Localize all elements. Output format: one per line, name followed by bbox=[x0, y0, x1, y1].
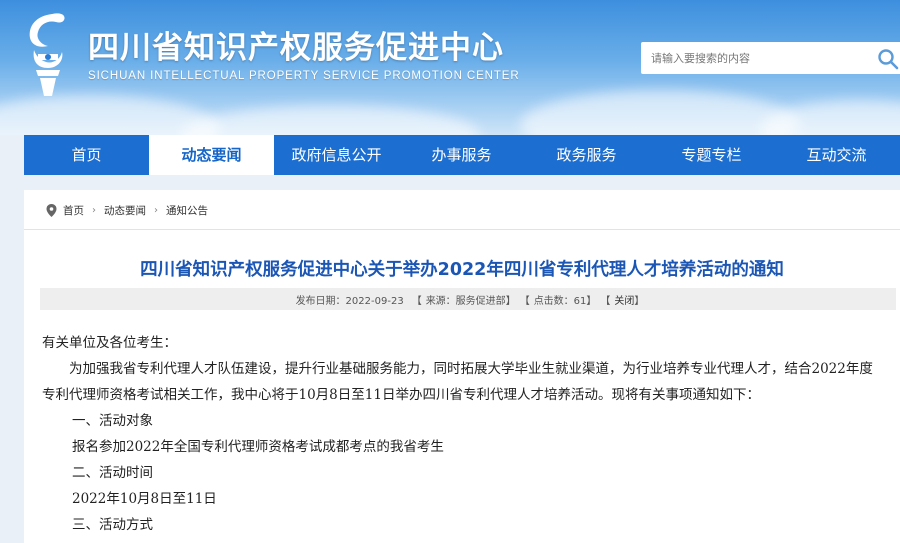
close-link[interactable]: 关闭 bbox=[614, 292, 634, 307]
site-header: 四川省知识产权服务促进中心 SICHUAN INTELLECTUAL PROPE… bbox=[0, 0, 900, 135]
salutation: 有关单位及各位考生： bbox=[42, 335, 177, 351]
article-title: 四川省知识产权服务促进中心关于举办2022年四川省专利代理人才培养活动的通知 bbox=[140, 260, 784, 280]
meta-bracket: 【 bbox=[600, 295, 611, 307]
breadcrumb-home[interactable]: 首页 bbox=[63, 203, 84, 218]
sichuan-ip-logo-icon[interactable] bbox=[22, 10, 74, 98]
meta-bracket: 【 bbox=[411, 295, 422, 307]
breadcrumb: 首页 › 动态要闻 › 通知公告 bbox=[24, 192, 900, 230]
intro-paragraph: 为加强我省专利代理人才队伍建设，提升行业基础服务能力，同时拓展大学毕业生就业渠道… bbox=[42, 361, 873, 403]
section-heading: 三、活动方式 bbox=[72, 517, 153, 533]
search-box bbox=[641, 42, 900, 74]
article-meta: 发布日期：2022-09-23 【来源：服务促进部】 【点击数：61】 【关闭】 bbox=[40, 288, 896, 310]
meta-bracket: 【 bbox=[519, 295, 530, 307]
publish-date: 发布日期：2022-09-23 bbox=[295, 295, 404, 307]
section-heading: 一、活动对象 bbox=[72, 413, 153, 429]
click-count: 点击数：61 bbox=[533, 295, 587, 307]
breadcrumb-separator: › bbox=[154, 205, 158, 216]
nav-item-interaction[interactable]: 互动交流 bbox=[774, 135, 899, 175]
section-text: 报名参加2022年全国专利代理师资格考试成都考点的我省考生 bbox=[72, 439, 444, 455]
nav-item-gov-info[interactable]: 政府信息公开 bbox=[274, 135, 399, 175]
nav-item-services[interactable]: 办事服务 bbox=[399, 135, 524, 175]
nav-item-topics[interactable]: 专题专栏 bbox=[649, 135, 774, 175]
article-source: 来源：服务促进部 bbox=[425, 295, 506, 307]
nav-item-gov-services[interactable]: 政务服务 bbox=[524, 135, 649, 175]
breadcrumb-news[interactable]: 动态要闻 bbox=[104, 203, 146, 218]
section-heading: 二、活动时间 bbox=[72, 465, 153, 481]
nav-item-home[interactable]: 首页 bbox=[24, 135, 149, 175]
search-input[interactable] bbox=[641, 42, 871, 74]
section-text: 2022年10月8日至11日 bbox=[72, 491, 217, 507]
breadcrumb-separator: › bbox=[92, 205, 96, 216]
nav-item-news[interactable]: 动态要闻 bbox=[149, 135, 274, 175]
site-subtitle: SICHUAN INTELLECTUAL PROPERTY SERVICE PR… bbox=[88, 70, 520, 82]
article-body: 有关单位及各位考生： 为加强我省专利代理人才队伍建设，提升行业基础服务能力，同时… bbox=[42, 330, 884, 538]
breadcrumb-notices[interactable]: 通知公告 bbox=[166, 203, 208, 218]
location-pin-icon bbox=[46, 204, 57, 217]
search-icon[interactable] bbox=[877, 48, 899, 70]
main-nav: 首页 动态要闻 政府信息公开 办事服务 政务服务 专题专栏 互动交流 bbox=[24, 135, 900, 175]
site-title: 四川省知识产权服务促进中心 bbox=[88, 30, 504, 66]
